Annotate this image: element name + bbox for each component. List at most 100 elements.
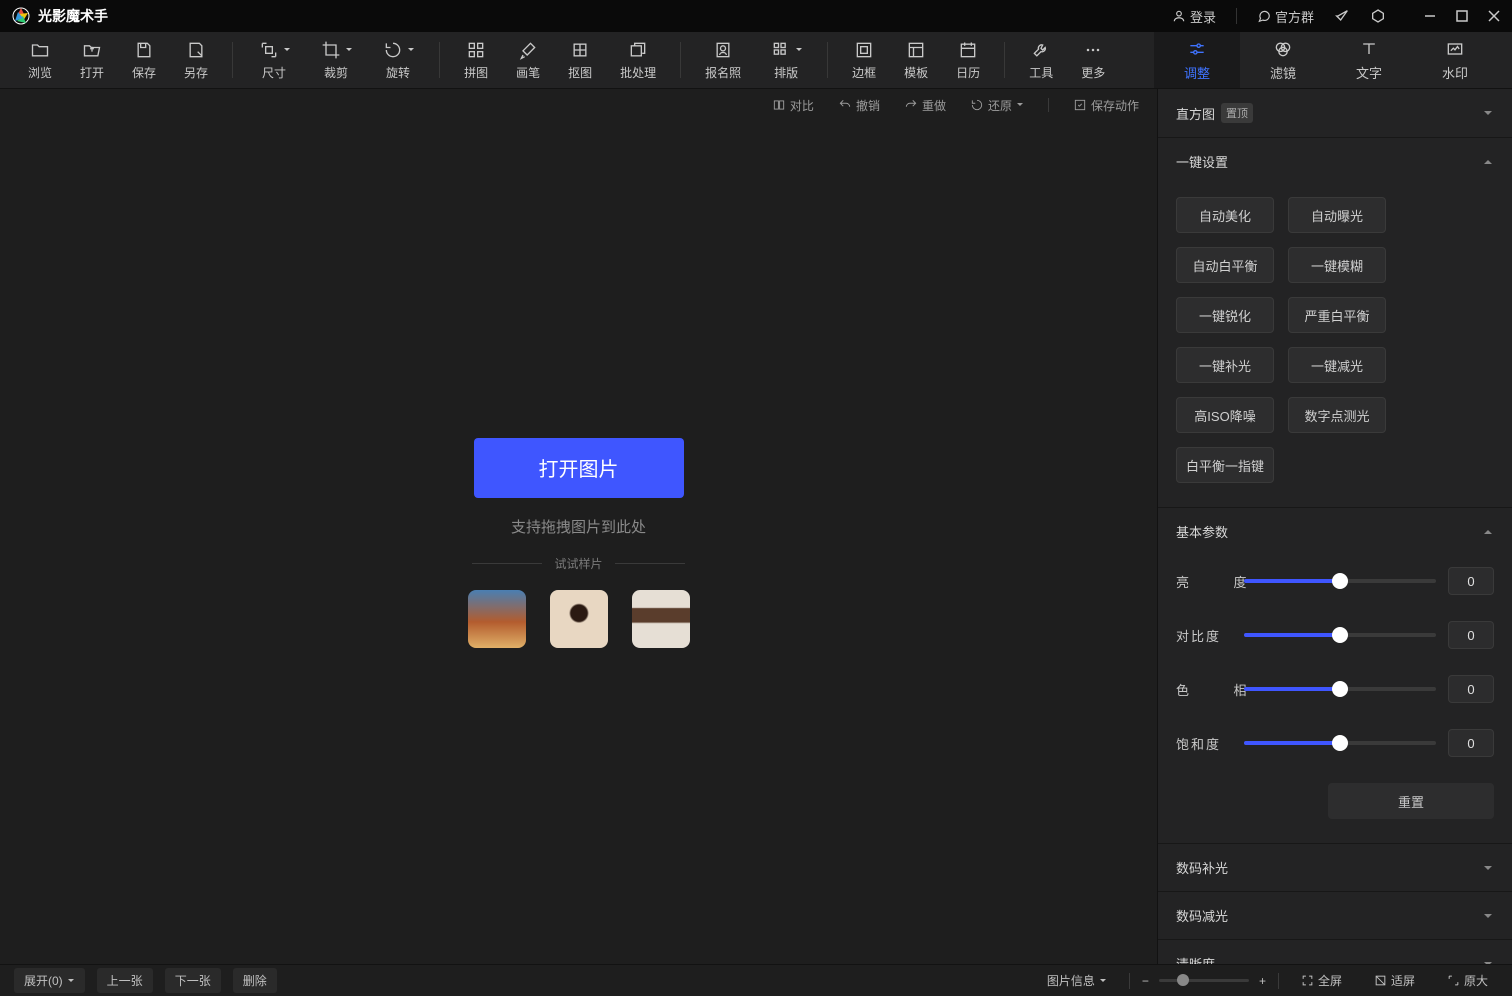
grid-icon bbox=[466, 40, 486, 60]
chevron-down-icon bbox=[1482, 862, 1494, 874]
reset-button[interactable]: 重置 bbox=[1328, 783, 1494, 819]
open-image-button[interactable]: 打开图片 bbox=[474, 438, 684, 498]
undo-button[interactable]: 撤销 bbox=[838, 97, 880, 114]
rotate-button[interactable]: 旋转 bbox=[367, 32, 429, 88]
section-sharp[interactable]: 清晰度 bbox=[1158, 940, 1512, 964]
batch-button[interactable]: 批处理 bbox=[606, 32, 670, 88]
contrast-value[interactable]: 0 bbox=[1448, 621, 1494, 649]
brightness-slider[interactable] bbox=[1244, 579, 1436, 583]
save-button[interactable]: 保存 bbox=[118, 32, 170, 88]
sliders-icon bbox=[1187, 39, 1207, 59]
title-bar: 光影魔术手 登录 官方群 bbox=[0, 0, 1512, 32]
brightness-value[interactable]: 0 bbox=[1448, 567, 1494, 595]
idphoto-button[interactable]: 报名照 bbox=[691, 32, 755, 88]
tab-text[interactable]: 文字 bbox=[1326, 32, 1412, 88]
preset-fill-light[interactable]: 一键补光 bbox=[1176, 347, 1274, 383]
canvas-area: 对比 撤销 重做 还原 保存动作 打开图片 支持拖拽图片到此处 试试样片 bbox=[0, 89, 1157, 964]
save-as-button[interactable]: 另存 bbox=[170, 32, 222, 88]
save-as-icon bbox=[186, 40, 206, 60]
preset-heavy-wb[interactable]: 严重白平衡 bbox=[1288, 297, 1386, 333]
section-histogram[interactable]: 直方图 置顶 bbox=[1158, 89, 1512, 137]
zoom-slider[interactable] bbox=[1159, 979, 1249, 982]
close-button[interactable] bbox=[1488, 10, 1500, 22]
hue-slider[interactable] bbox=[1244, 687, 1436, 691]
expand-button[interactable]: 展开(0) bbox=[14, 968, 85, 993]
share-button[interactable] bbox=[1334, 8, 1350, 24]
preset-reduce-light[interactable]: 一键减光 bbox=[1288, 347, 1386, 383]
hue-label: 色 相 bbox=[1176, 680, 1232, 699]
login-button[interactable]: 登录 bbox=[1172, 7, 1216, 26]
undo-icon bbox=[838, 98, 852, 112]
section-oneclick[interactable]: 一键设置 bbox=[1158, 138, 1512, 185]
sample-thumb-1[interactable] bbox=[468, 590, 526, 648]
calendar-button[interactable]: 日历 bbox=[942, 32, 994, 88]
preset-grid: 自动美化 自动曝光 自动白平衡 一键模糊 一键锐化 严重白平衡 一键补光 一键减… bbox=[1176, 197, 1494, 483]
save-action-button[interactable]: 保存动作 bbox=[1073, 97, 1139, 114]
saturation-label: 饱和度 bbox=[1176, 734, 1232, 753]
fullscreen-button[interactable]: 全屏 bbox=[1291, 968, 1352, 993]
chevron-down-icon bbox=[1099, 977, 1107, 985]
preset-auto-wb[interactable]: 自动白平衡 bbox=[1176, 247, 1274, 283]
tab-filter[interactable]: 滤镜 bbox=[1240, 32, 1326, 88]
preset-wb-oneclick[interactable]: 白平衡一指键 bbox=[1176, 447, 1274, 483]
preset-sharpen[interactable]: 一键锐化 bbox=[1176, 297, 1274, 333]
wrench-icon bbox=[1031, 40, 1051, 60]
canvas-body[interactable]: 打开图片 支持拖拽图片到此处 试试样片 bbox=[0, 121, 1157, 964]
compare-button[interactable]: 对比 bbox=[772, 97, 814, 114]
section-basic[interactable]: 基本参数 bbox=[1158, 508, 1512, 555]
revert-icon bbox=[970, 98, 984, 112]
collage-button[interactable]: 拼图 bbox=[450, 32, 502, 88]
section-fill[interactable]: 数码补光 bbox=[1158, 844, 1512, 891]
section-reduce[interactable]: 数码减光 bbox=[1158, 892, 1512, 939]
fit-button[interactable]: 适屏 bbox=[1364, 968, 1425, 993]
saturation-value[interactable]: 0 bbox=[1448, 729, 1494, 757]
zoom-out-button[interactable]: − bbox=[1142, 974, 1149, 988]
layout-button[interactable]: 排版 bbox=[755, 32, 817, 88]
sample-thumb-3[interactable] bbox=[632, 590, 690, 648]
official-group-button[interactable]: 官方群 bbox=[1257, 7, 1314, 26]
open-button[interactable]: 打开 bbox=[66, 32, 118, 88]
hue-value[interactable]: 0 bbox=[1448, 675, 1494, 703]
prev-button[interactable]: 上一张 bbox=[97, 968, 153, 993]
browse-button[interactable]: 浏览 bbox=[14, 32, 66, 88]
preset-auto-beautify[interactable]: 自动美化 bbox=[1176, 197, 1274, 233]
saturation-slider[interactable] bbox=[1244, 741, 1436, 745]
next-button[interactable]: 下一张 bbox=[165, 968, 221, 993]
tools-button[interactable]: 工具 bbox=[1015, 32, 1067, 88]
contrast-slider[interactable] bbox=[1244, 633, 1436, 637]
hex-icon bbox=[1370, 8, 1386, 24]
crop-button[interactable]: 裁剪 bbox=[305, 32, 367, 88]
redo-button[interactable]: 重做 bbox=[904, 97, 946, 114]
revert-button[interactable]: 还原 bbox=[970, 97, 1024, 114]
preset-auto-exposure[interactable]: 自动曝光 bbox=[1288, 197, 1386, 233]
image-info-button[interactable]: 图片信息 bbox=[1037, 968, 1117, 993]
cutout-button[interactable]: 抠图 bbox=[554, 32, 606, 88]
preset-spot-meter[interactable]: 数字点测光 bbox=[1288, 397, 1386, 433]
save-action-icon bbox=[1073, 98, 1087, 112]
share-icon bbox=[1334, 8, 1350, 24]
contrast-label: 对比度 bbox=[1176, 626, 1232, 645]
side-panel: 直方图 置顶 一键设置 自动美化 自动曝光 自动白平衡 一键模糊 一键锐化 严重… bbox=[1157, 89, 1512, 964]
actual-icon bbox=[1447, 974, 1460, 987]
delete-button[interactable]: 删除 bbox=[233, 968, 277, 993]
border-button[interactable]: 边框 bbox=[838, 32, 890, 88]
pin-badge: 置顶 bbox=[1221, 103, 1253, 123]
chat-icon bbox=[1257, 9, 1271, 23]
minimize-button[interactable] bbox=[1424, 10, 1436, 22]
sample-thumb-2[interactable] bbox=[550, 590, 608, 648]
brush-button[interactable]: 画笔 bbox=[502, 32, 554, 88]
tab-adjust[interactable]: 调整 bbox=[1154, 32, 1240, 88]
preset-blur[interactable]: 一键模糊 bbox=[1288, 247, 1386, 283]
zoom-in-button[interactable]: + bbox=[1259, 974, 1266, 988]
app-title: 光影魔术手 bbox=[38, 6, 108, 26]
preset-iso-denoise[interactable]: 高ISO降噪 bbox=[1176, 397, 1274, 433]
size-button[interactable]: 尺寸 bbox=[243, 32, 305, 88]
actual-size-button[interactable]: 原大 bbox=[1437, 968, 1498, 993]
maximize-button[interactable] bbox=[1456, 10, 1468, 22]
tab-watermark[interactable]: 水印 bbox=[1412, 32, 1498, 88]
fullscreen-icon bbox=[1301, 974, 1314, 987]
template-button[interactable]: 模板 bbox=[890, 32, 942, 88]
chevron-down-icon bbox=[283, 46, 291, 54]
more-button[interactable]: 更多 bbox=[1067, 32, 1119, 88]
settings-button[interactable] bbox=[1370, 8, 1386, 24]
